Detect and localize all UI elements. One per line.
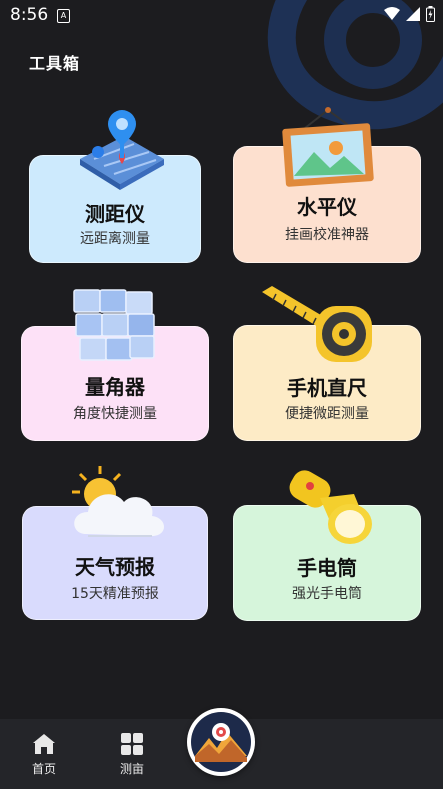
map-pin-icon: [80, 110, 164, 190]
page-title: 工具箱: [29, 54, 81, 73]
tool-title: 水平仪: [297, 195, 357, 219]
tool-title: 手机直尺: [287, 376, 367, 400]
center-action-button[interactable]: [187, 708, 255, 776]
battery-icon: [426, 6, 435, 22]
status-time: 8:56: [10, 5, 49, 25]
tool-subtitle: 便捷微距测量: [285, 406, 369, 422]
nav-item-home[interactable]: 首页: [14, 733, 74, 777]
tool-subtitle: 角度快捷测量: [73, 406, 157, 422]
tool-subtitle: 强光手电筒: [292, 586, 362, 602]
nav-label: 测亩: [119, 762, 144, 776]
tool-subtitle: 15天精准预报: [71, 586, 159, 602]
tool-title: 量角器: [85, 375, 145, 399]
tape-measure-icon: [262, 286, 372, 362]
weather-icon: [72, 466, 164, 537]
a-notification-icon: A: [57, 9, 70, 23]
mountain-target-icon: [191, 712, 251, 772]
tool-subtitle: 挂画校准神器: [285, 227, 369, 243]
tool-title: 手电筒: [297, 556, 357, 580]
home-icon: [33, 734, 55, 754]
status-bar: 8:56 A: [0, 0, 443, 30]
tool-title: 天气预报: [75, 555, 155, 579]
tool-title: 测距仪: [85, 202, 145, 226]
status-icons: [384, 6, 435, 22]
signal-icon: [406, 7, 420, 21]
grid-icon: [121, 733, 143, 755]
wifi-icon: [384, 7, 400, 20]
tool-subtitle: 远距离测量: [80, 231, 150, 247]
picture-frame-icon: [282, 107, 374, 187]
nav-label: 首页: [31, 762, 56, 776]
flashlight-icon: [289, 470, 372, 544]
cube-icon: [73, 289, 155, 361]
nav-item-measure-acre[interactable]: 测亩: [102, 733, 162, 777]
